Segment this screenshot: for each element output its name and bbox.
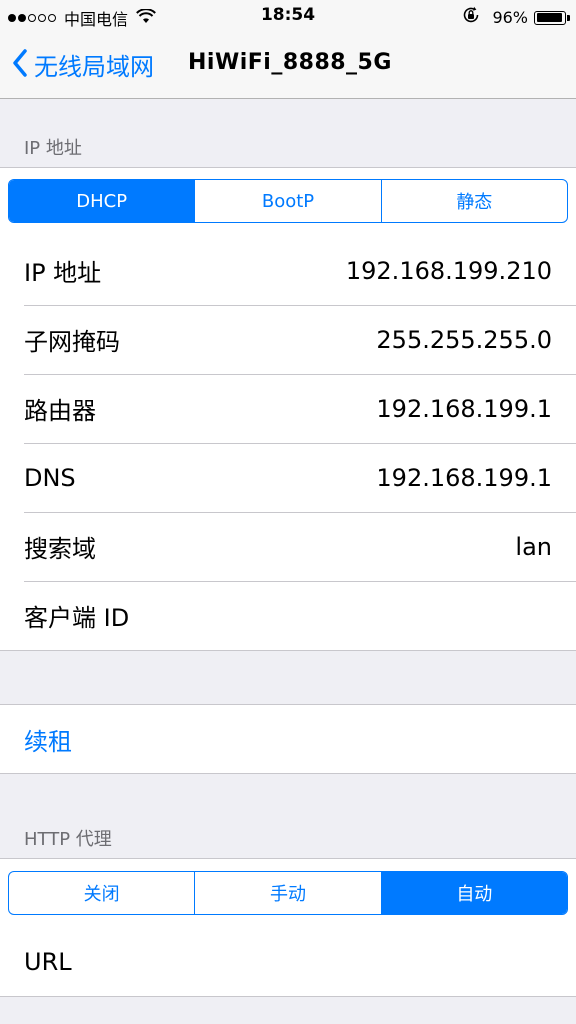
battery-percent: 96% (492, 8, 528, 27)
row-router: 路由器 192.168.199.1 (0, 374, 576, 443)
proxy-mode-segmented-control: 关闭 手动 自动 (8, 871, 568, 915)
segment-off[interactable]: 关闭 (9, 872, 196, 914)
navigation-bar: 无线局域网 HiWiFi_8888_5G (0, 32, 576, 99)
ip-settings-group: DHCP BootP 静态 IP 地址 192.168.199.210 子网掩码… (0, 167, 576, 651)
row-value: 255.255.255.0 (376, 325, 552, 354)
segment-static[interactable]: 静态 (382, 180, 567, 222)
row-label: 路由器 (24, 397, 96, 425)
row-label: 子网掩码 (24, 328, 120, 356)
status-bar: 中国电信 18:54 96% (0, 0, 576, 32)
row-subnet-mask: 子网掩码 255.255.255.0 (0, 305, 576, 374)
battery-cap (567, 14, 570, 21)
row-ip-address: IP 地址 192.168.199.210 (0, 236, 576, 305)
row-value: 192.168.199.210 (345, 256, 552, 285)
segment-dhcp[interactable]: DHCP (9, 180, 196, 222)
page-title: HiWiFi_8888_5G (188, 50, 392, 75)
orientation-lock-icon (462, 6, 480, 29)
segment-auto[interactable]: 自动 (381, 872, 567, 914)
row-value: lan (515, 532, 552, 561)
chevron-left-icon (12, 48, 28, 81)
row-value: 192.168.199.1 (376, 463, 552, 492)
renew-group: 续租 (0, 704, 576, 774)
url-label: URL (24, 947, 72, 976)
row-value: 192.168.199.1 (376, 394, 552, 423)
segment-bootp[interactable]: BootP (195, 180, 382, 222)
row-dns: DNS 192.168.199.1 (0, 443, 576, 512)
row-client-id[interactable]: 客户端 ID (0, 581, 576, 650)
battery-fill (536, 13, 563, 22)
segment-manual[interactable]: 手动 (195, 872, 382, 914)
status-right: 96% (462, 6, 570, 29)
battery-icon (534, 10, 570, 25)
section-header-http-proxy: HTTP 代理 (24, 829, 112, 850)
row-label: 搜索域 (24, 535, 96, 563)
proxy-settings-group: 关闭 手动 自动 URL (0, 858, 576, 997)
section-header-ip: IP 地址 (24, 138, 82, 159)
ip-mode-segmented-control: DHCP BootP 静态 (8, 179, 568, 223)
back-label: 无线局域网 (34, 53, 154, 81)
row-label: IP 地址 (24, 259, 102, 287)
row-url[interactable]: URL (0, 927, 576, 996)
row-search-domain: 搜索域 lan (0, 512, 576, 581)
row-label: 客户端 ID (24, 604, 130, 632)
renew-lease-label: 续租 (24, 728, 72, 756)
row-label: DNS (24, 463, 76, 492)
back-button[interactable]: 无线局域网 (12, 47, 154, 82)
renew-lease-button[interactable]: 续租 (0, 705, 576, 774)
